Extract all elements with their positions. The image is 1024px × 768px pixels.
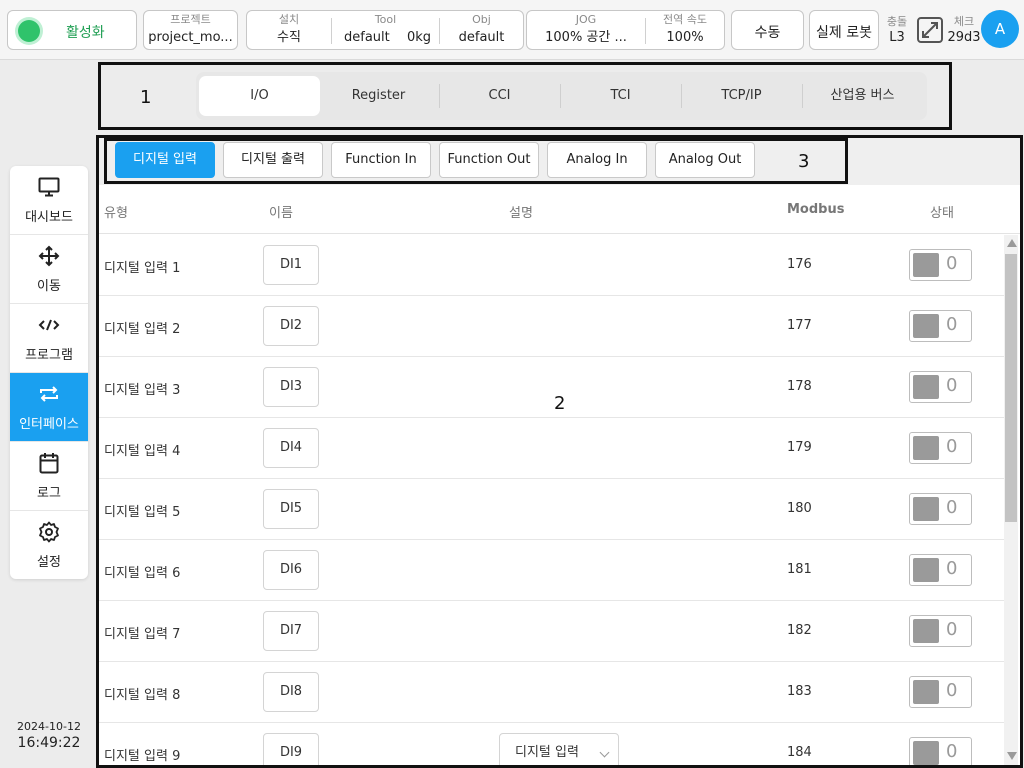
sidebar-item-program[interactable]: 프로그램 (10, 304, 88, 373)
activate-label: 활성화 (66, 25, 105, 41)
annotation-number-1: 1 (140, 87, 152, 108)
status-indicator-icon (18, 20, 40, 42)
collision-level[interactable]: 충돌 L3 (882, 13, 912, 45)
annotation-number-3: 3 (798, 151, 810, 172)
calendar-icon (10, 452, 88, 474)
move-arrows-icon (10, 245, 88, 267)
jog-panel[interactable]: JOG 100% 공간 ... 전역 속도 100% (526, 10, 725, 50)
annotation-box-3 (104, 138, 848, 184)
project-label: 프로젝트 (170, 13, 211, 26)
project-value: project_mo... (148, 30, 233, 45)
real-robot-button[interactable]: 실제 로봇 (809, 10, 879, 50)
top-bar: 활성화 프로젝트 project_mo... 설치 수직 Tool defaul… (0, 0, 1024, 60)
manual-mode-button[interactable]: 수동 (731, 10, 804, 50)
global-speed-value: 100% (666, 30, 704, 45)
global-speed-label: 전역 속도 (663, 13, 707, 26)
jog-value: 100% 공간 ... (545, 30, 627, 45)
annotation-box-2 (96, 135, 1023, 768)
sidebar-item-move[interactable]: 이동 (10, 235, 88, 304)
sidebar-item-dashboard[interactable]: 대시보드 (10, 166, 88, 235)
sidebar: 대시보드 이동 프로그램 인터페이스 로그 설정 (10, 166, 88, 579)
install-value: 수직 (277, 30, 301, 45)
sidebar-item-log[interactable]: 로그 (10, 442, 88, 511)
collision-label: 충돌 (886, 15, 908, 28)
sidebar-item-interface[interactable]: 인터페이스 (10, 373, 88, 442)
sidebar-item-label: 인터페이스 (19, 417, 79, 432)
clock: 2024-10-12 16:49:22 (8, 720, 90, 751)
tab-cci[interactable]: CCI (439, 76, 560, 116)
annotation-number-2: 2 (554, 393, 566, 414)
gear-icon (10, 521, 88, 543)
real-robot-label: 실제 로봇 (816, 25, 872, 41)
tab-io[interactable]: I/O (199, 76, 320, 116)
tab-industrial-bus[interactable]: 산업용 버스 (802, 76, 923, 116)
obj-label: Obj (472, 13, 491, 26)
main-tab-bar: I/O Register CCI TCI TCP/IP 산업용 버스 (196, 72, 927, 120)
install-label: 설치 (278, 13, 300, 26)
jog-label: JOG (575, 13, 597, 26)
avatar[interactable]: A (981, 10, 1019, 48)
time-text: 16:49:22 (17, 735, 81, 751)
tool-weight: 0kg (406, 30, 431, 45)
code-icon (10, 314, 88, 336)
activate-button[interactable]: 활성화 (7, 10, 137, 50)
date-text: 2024-10-12 (17, 720, 81, 733)
sidebar-item-label: 프로그램 (25, 348, 73, 363)
obj-value: default (458, 30, 505, 45)
tab-tci[interactable]: TCI (560, 76, 681, 116)
sidebar-item-label: 로그 (37, 486, 61, 501)
installation-panel[interactable]: 설치 수직 Tool default 0kg Obj default (246, 10, 524, 50)
sidebar-item-settings[interactable]: 설정 (10, 511, 88, 579)
sidebar-item-label: 설정 (37, 555, 61, 570)
sidebar-item-label: 이동 (37, 279, 61, 294)
collision-value: L3 (889, 30, 905, 45)
tool-label: Tool (374, 13, 397, 26)
tool-value: default (344, 30, 390, 45)
tab-register[interactable]: Register (318, 76, 439, 116)
checksum: 체크 29d3 (946, 13, 982, 45)
tab-tcpip[interactable]: TCP/IP (681, 76, 802, 116)
sidebar-item-label: 대시보드 (25, 210, 73, 225)
project-selector[interactable]: 프로젝트 project_mo... (143, 10, 238, 50)
manual-label: 수동 (754, 25, 781, 41)
monitor-icon (10, 176, 88, 198)
check-label: 체크 (953, 15, 975, 28)
expand-icon[interactable] (917, 17, 943, 43)
check-value: 29d3 (947, 30, 981, 45)
swap-arrows-icon (10, 383, 88, 405)
